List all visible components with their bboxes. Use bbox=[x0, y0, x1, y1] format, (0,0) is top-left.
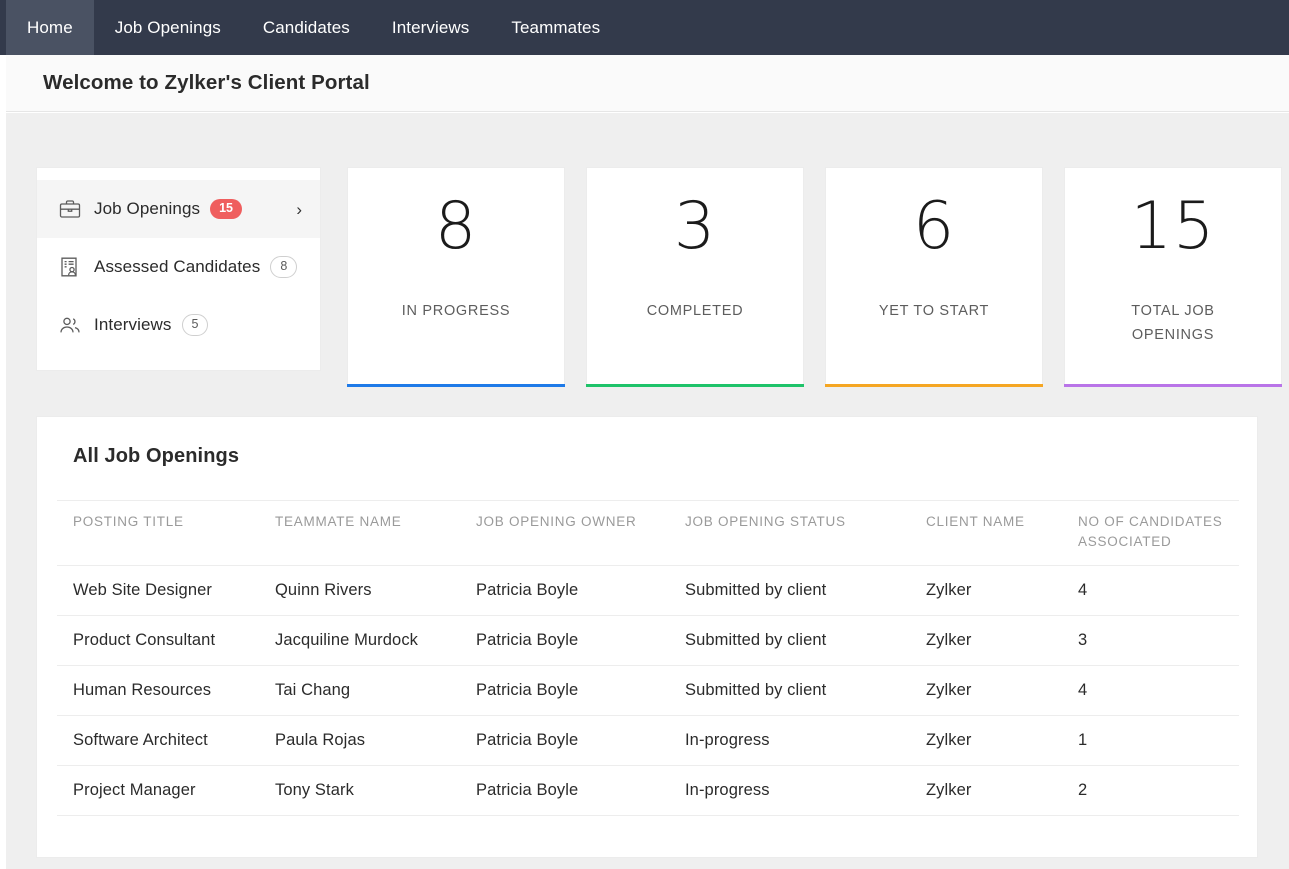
cell-candidates: 1 bbox=[1062, 715, 1239, 765]
stat-label: COMPLETED bbox=[647, 300, 744, 324]
stat-label: IN PROGRESS bbox=[402, 300, 510, 324]
nav-item-interviews[interactable]: Interviews bbox=[371, 0, 491, 55]
sidebar-item-count-badge: 15 bbox=[210, 199, 242, 219]
cell-status: In-progress bbox=[669, 715, 910, 765]
cell-posting-title[interactable]: Human Resources bbox=[57, 665, 259, 715]
cell-candidates: 4 bbox=[1062, 665, 1239, 715]
welcome-bar: Welcome to Zylker's Client Portal bbox=[6, 55, 1289, 112]
column-header: JOB OPENING OWNER bbox=[460, 501, 669, 566]
sidebar-item-job-openings[interactable]: Job Openings 15 › bbox=[37, 180, 320, 238]
table-row: Web Site DesignerQuinn RiversPatricia Bo… bbox=[57, 565, 1239, 615]
cell-owner: Patricia Boyle bbox=[460, 765, 669, 815]
stat-accent-bar bbox=[347, 384, 565, 387]
stat-cards: 8 IN PROGRESS 3 COMPLETED 6 YET TO START 15 TOT… bbox=[347, 167, 1282, 384]
table-row: Project ManagerTony StarkPatricia BoyleI… bbox=[57, 765, 1239, 815]
sidebar-item-interviews[interactable]: Interviews 5 bbox=[37, 296, 320, 354]
chevron-right-icon[interactable]: › bbox=[296, 201, 302, 218]
quick-links-card: Job Openings 15 › Assessed Candidates 8 Inter… bbox=[36, 167, 321, 371]
sidebar-item-count-badge: 8 bbox=[270, 256, 297, 278]
stat-value: 6 bbox=[913, 194, 955, 259]
table-row: Software ArchitectPaula RojasPatricia Bo… bbox=[57, 715, 1239, 765]
people-icon bbox=[57, 312, 83, 338]
client-portal-page: HomeJob OpeningsCandidatesInterviewsTeam… bbox=[0, 0, 1289, 869]
all-job-openings-card: All Job Openings POSTING TITLETEAMMATE N… bbox=[36, 416, 1258, 858]
table-title: All Job Openings bbox=[57, 417, 1237, 468]
cell-client-name[interactable]: Zylker bbox=[910, 765, 1062, 815]
table-body: Web Site DesignerQuinn RiversPatricia Bo… bbox=[57, 565, 1239, 815]
cell-client-name[interactable]: Zylker bbox=[910, 565, 1062, 615]
cell-owner: Patricia Boyle bbox=[460, 565, 669, 615]
cell-status: Submitted by client bbox=[669, 565, 910, 615]
stat-value: 8 bbox=[435, 194, 477, 259]
stat-label: TOTAL JOB OPENINGS bbox=[1098, 300, 1248, 348]
cell-candidates: 3 bbox=[1062, 615, 1239, 665]
column-header: NO OF CANDIDATES ASSOCIATED bbox=[1062, 501, 1239, 566]
column-header: CLIENT NAME bbox=[910, 501, 1062, 566]
stat-card-yet-to-start[interactable]: 6 YET TO START bbox=[825, 167, 1043, 384]
briefcase-icon bbox=[57, 196, 83, 222]
page-title: Welcome to Zylker's Client Portal bbox=[43, 71, 370, 95]
nav-item-candidates[interactable]: Candidates bbox=[242, 0, 371, 55]
cell-posting-title[interactable]: Web Site Designer bbox=[57, 565, 259, 615]
table-row: Human ResourcesTai ChangPatricia BoyleSu… bbox=[57, 665, 1239, 715]
cell-status: In-progress bbox=[669, 765, 910, 815]
stat-card-completed[interactable]: 3 COMPLETED bbox=[586, 167, 804, 384]
cell-owner: Patricia Boyle bbox=[460, 615, 669, 665]
cell-teammate-name[interactable]: Paula Rojas bbox=[259, 715, 460, 765]
cell-candidates: 2 bbox=[1062, 765, 1239, 815]
sidebar-item-label: Interviews bbox=[94, 315, 172, 335]
content-canvas: Job Openings15›Assessed Candidates8Inter… bbox=[6, 113, 1289, 869]
cell-posting-title[interactable]: Software Architect bbox=[57, 715, 259, 765]
cell-status: Submitted by client bbox=[669, 615, 910, 665]
stat-value: 15 bbox=[1131, 194, 1216, 259]
table-header: POSTING TITLETEAMMATE NAMEJOB OPENING OW… bbox=[57, 501, 1239, 566]
summary-row: Job Openings 15 › Assessed Candidates 8 Inter… bbox=[36, 167, 1282, 384]
nav-item-home[interactable]: Home bbox=[6, 0, 94, 55]
cell-teammate-name[interactable]: Tai Chang bbox=[259, 665, 460, 715]
cell-client-name[interactable]: Zylker bbox=[910, 715, 1062, 765]
column-header: POSTING TITLE bbox=[57, 501, 259, 566]
stat-card-in-progress[interactable]: 8 IN PROGRESS bbox=[347, 167, 565, 384]
main-navigation: HomeJob OpeningsCandidatesInterviewsTeam… bbox=[0, 0, 1289, 55]
nav-item-teammates[interactable]: Teammates bbox=[490, 0, 621, 55]
sidebar-item-count-badge: 5 bbox=[182, 314, 209, 336]
cell-teammate-name[interactable]: Jacquiline Murdock bbox=[259, 615, 460, 665]
sidebar-item-label: Job Openings bbox=[94, 199, 200, 219]
table-header-row: POSTING TITLETEAMMATE NAMEJOB OPENING OW… bbox=[57, 501, 1239, 566]
assessment-icon bbox=[57, 254, 83, 280]
cell-teammate-name[interactable]: Tony Stark bbox=[259, 765, 460, 815]
sidebar-item-assessed-candidates[interactable]: Assessed Candidates 8 bbox=[37, 238, 320, 296]
stat-value: 3 bbox=[674, 194, 716, 259]
job-openings-table: POSTING TITLETEAMMATE NAMEJOB OPENING OW… bbox=[57, 500, 1239, 816]
cell-owner: Patricia Boyle bbox=[460, 715, 669, 765]
cell-posting-title[interactable]: Project Manager bbox=[57, 765, 259, 815]
stat-label: YET TO START bbox=[879, 300, 989, 324]
cell-candidates: 4 bbox=[1062, 565, 1239, 615]
column-header: TEAMMATE NAME bbox=[259, 501, 460, 566]
stat-accent-bar bbox=[586, 384, 804, 387]
cell-posting-title[interactable]: Product Consultant bbox=[57, 615, 259, 665]
nav-item-job-openings[interactable]: Job Openings bbox=[94, 0, 242, 55]
sidebar-item-label: Assessed Candidates bbox=[94, 257, 260, 277]
cell-owner: Patricia Boyle bbox=[460, 665, 669, 715]
stat-accent-bar bbox=[1064, 384, 1282, 387]
cell-status: Submitted by client bbox=[669, 665, 910, 715]
cell-client-name[interactable]: Zylker bbox=[910, 615, 1062, 665]
table-row: Product ConsultantJacquiline MurdockPatr… bbox=[57, 615, 1239, 665]
column-header: JOB OPENING STATUS bbox=[669, 501, 910, 566]
cell-client-name[interactable]: Zylker bbox=[910, 665, 1062, 715]
stat-accent-bar bbox=[825, 384, 1043, 387]
cell-teammate-name[interactable]: Quinn Rivers bbox=[259, 565, 460, 615]
stat-card-total-job-openings[interactable]: 15 TOTAL JOB OPENINGS bbox=[1064, 167, 1282, 384]
